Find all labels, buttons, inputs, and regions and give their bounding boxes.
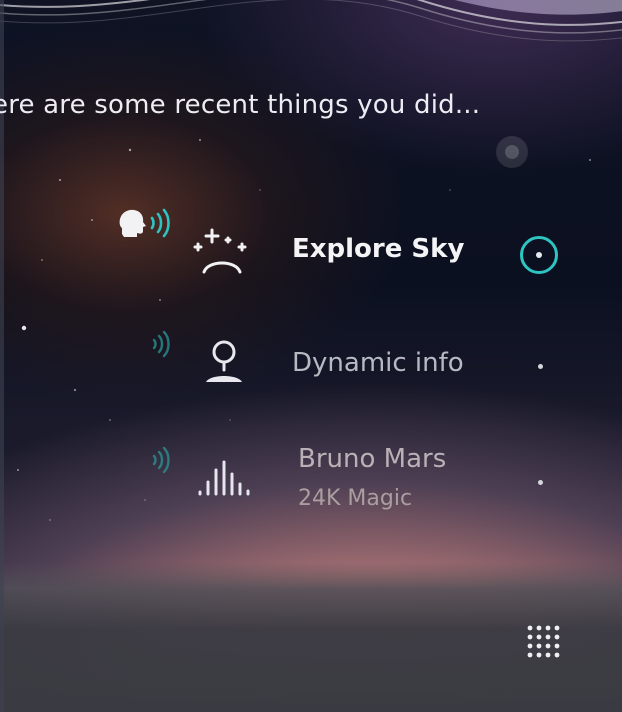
recent-heading: ere are some recent things you did...	[0, 90, 481, 120]
sparkle-smile-icon[interactable]	[190, 226, 254, 280]
voice-indicator-active	[118, 206, 174, 240]
top-light-wave	[0, 0, 622, 42]
sound-waves-icon	[152, 330, 170, 358]
assistant-screen: ere are some recent things you did... Ex…	[0, 0, 622, 712]
item-dynamic-info[interactable]: Dynamic info	[292, 348, 464, 378]
voice-indicator-3	[150, 446, 174, 474]
speaking-head-icon	[119, 209, 146, 237]
item-bruno-mars-subtitle: 24K Magic	[298, 486, 413, 511]
item-dot	[538, 364, 543, 369]
audio-bars-icon[interactable]	[196, 456, 256, 500]
app-grid-icon[interactable]	[526, 624, 560, 658]
item-dot	[538, 480, 543, 485]
voice-indicator-2	[150, 330, 174, 358]
item-bruno-mars[interactable]: Bruno Mars	[298, 444, 446, 474]
location-pin-icon[interactable]	[198, 336, 250, 390]
sound-waves-icon	[150, 208, 170, 238]
active-target-dot	[536, 252, 542, 258]
item-explore-sky[interactable]: Explore Sky	[292, 234, 464, 264]
sound-waves-icon	[152, 446, 170, 474]
